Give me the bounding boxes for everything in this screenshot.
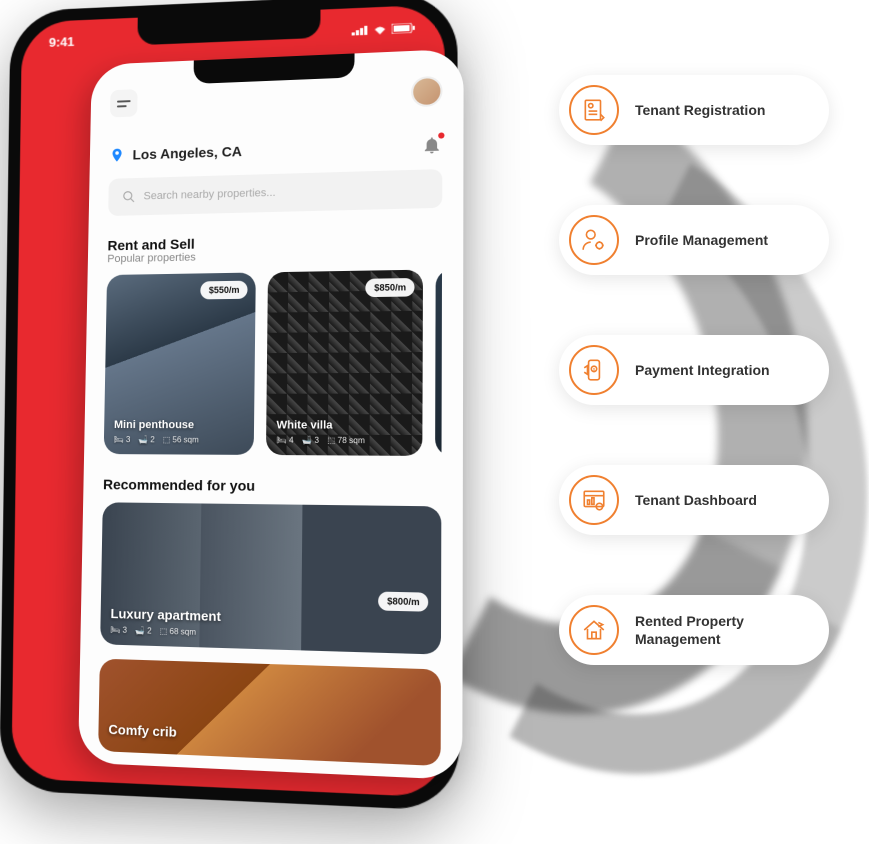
price-tag: $800/m (379, 592, 429, 612)
menu-button[interactable] (110, 89, 138, 117)
feature-pill-dashboard: Tenant Dashboard (559, 465, 829, 535)
feature-pill-property: Rented Property Management (559, 595, 829, 665)
property-meta: 🛏 3 🛁 2 ⬚ 56 sqm (114, 435, 244, 445)
meta-bath: 🛁 2 (135, 626, 152, 636)
hamburger-icon (117, 100, 131, 107)
notifications-button[interactable] (421, 134, 442, 155)
signal-icon (352, 24, 369, 35)
property-card[interactable]: $850/m White villa 🛏 4 🛁 3 ⬚ 78 sqm (266, 270, 423, 456)
meta-bath: 🛁 2 (138, 435, 155, 444)
feature-label: Rented Property Management (635, 612, 789, 648)
property-card[interactable]: $550/m Mini penthouse 🛏 3 🛁 2 ⬚ 56 sqm (104, 272, 256, 454)
status-icons (352, 20, 415, 38)
search-placeholder: Search nearby properties... (143, 187, 275, 202)
property-card-wide[interactable]: Comfy crib (98, 659, 441, 766)
meta-area: ⬚ 56 sqm (163, 435, 199, 444)
property-image (435, 269, 442, 456)
dashboard-icon (569, 475, 619, 525)
feature-label: Profile Management (635, 231, 768, 249)
meta-bed: 🛏 3 (114, 435, 131, 444)
feature-pill-profile: Profile Management (559, 205, 829, 275)
meta-bed: 🛏 3 (110, 625, 127, 635)
property-card-wide[interactable]: $800/m Luxury apartment 🛏 3 🛁 2 ⬚ 68 sqm (100, 502, 441, 654)
section-title-recommended: Recommended for you (103, 476, 441, 496)
feature-pill-registration: Tenant Registration (559, 75, 829, 145)
card-info: Mini penthouse 🛏 3 🛁 2 ⬚ 56 sqm (114, 419, 244, 445)
location-text: Los Angeles, CA (132, 143, 242, 162)
wifi-icon (373, 23, 388, 34)
property-name: Mini penthouse (114, 419, 244, 431)
notification-dot (438, 132, 444, 138)
phone-frame-front: Los Angeles, CA Search nearby properties… (78, 49, 464, 780)
payment-icon: $ (569, 345, 619, 395)
location-pin-icon (109, 147, 125, 163)
meta-area: ⬚ 68 sqm (160, 627, 196, 637)
popular-properties-row[interactable]: $550/m Mini penthouse 🛏 3 🛁 2 ⬚ 56 sqm $… (104, 269, 442, 456)
meta-bed: 🛏 4 (276, 436, 293, 445)
location-row: Los Angeles, CA (109, 134, 442, 165)
feature-pill-payment: $ Payment Integration (559, 335, 829, 405)
battery-icon (392, 22, 415, 33)
feature-label: Tenant Dashboard (635, 491, 757, 509)
profile-icon (569, 215, 619, 265)
price-tag: $850/m (366, 278, 415, 297)
property-name: White villa (276, 419, 411, 432)
price-tag: $550/m (201, 281, 248, 300)
registration-icon (569, 85, 619, 135)
avatar[interactable] (411, 76, 442, 107)
feature-label: Payment Integration (635, 361, 770, 379)
search-icon (122, 190, 136, 204)
app-topbar (110, 76, 443, 119)
search-input[interactable]: Search nearby properties... (108, 169, 442, 216)
app-screen: Los Angeles, CA Search nearby properties… (78, 49, 464, 780)
card-info: White villa 🛏 4 🛁 3 ⬚ 78 sqm (276, 419, 412, 445)
feature-list: Tenant Registration Profile Management $… (559, 75, 829, 665)
meta-area: ⬚ 78 sqm (327, 436, 365, 445)
feature-label: Tenant Registration (635, 101, 765, 119)
property-card[interactable]: Mo (435, 269, 442, 456)
location-selector[interactable]: Los Angeles, CA (109, 143, 242, 163)
property-icon (569, 605, 619, 655)
status-time: 9:41 (49, 34, 75, 50)
property-meta: 🛏 4 🛁 3 ⬚ 78 sqm (276, 436, 411, 446)
meta-bath: 🛁 3 (302, 436, 319, 445)
